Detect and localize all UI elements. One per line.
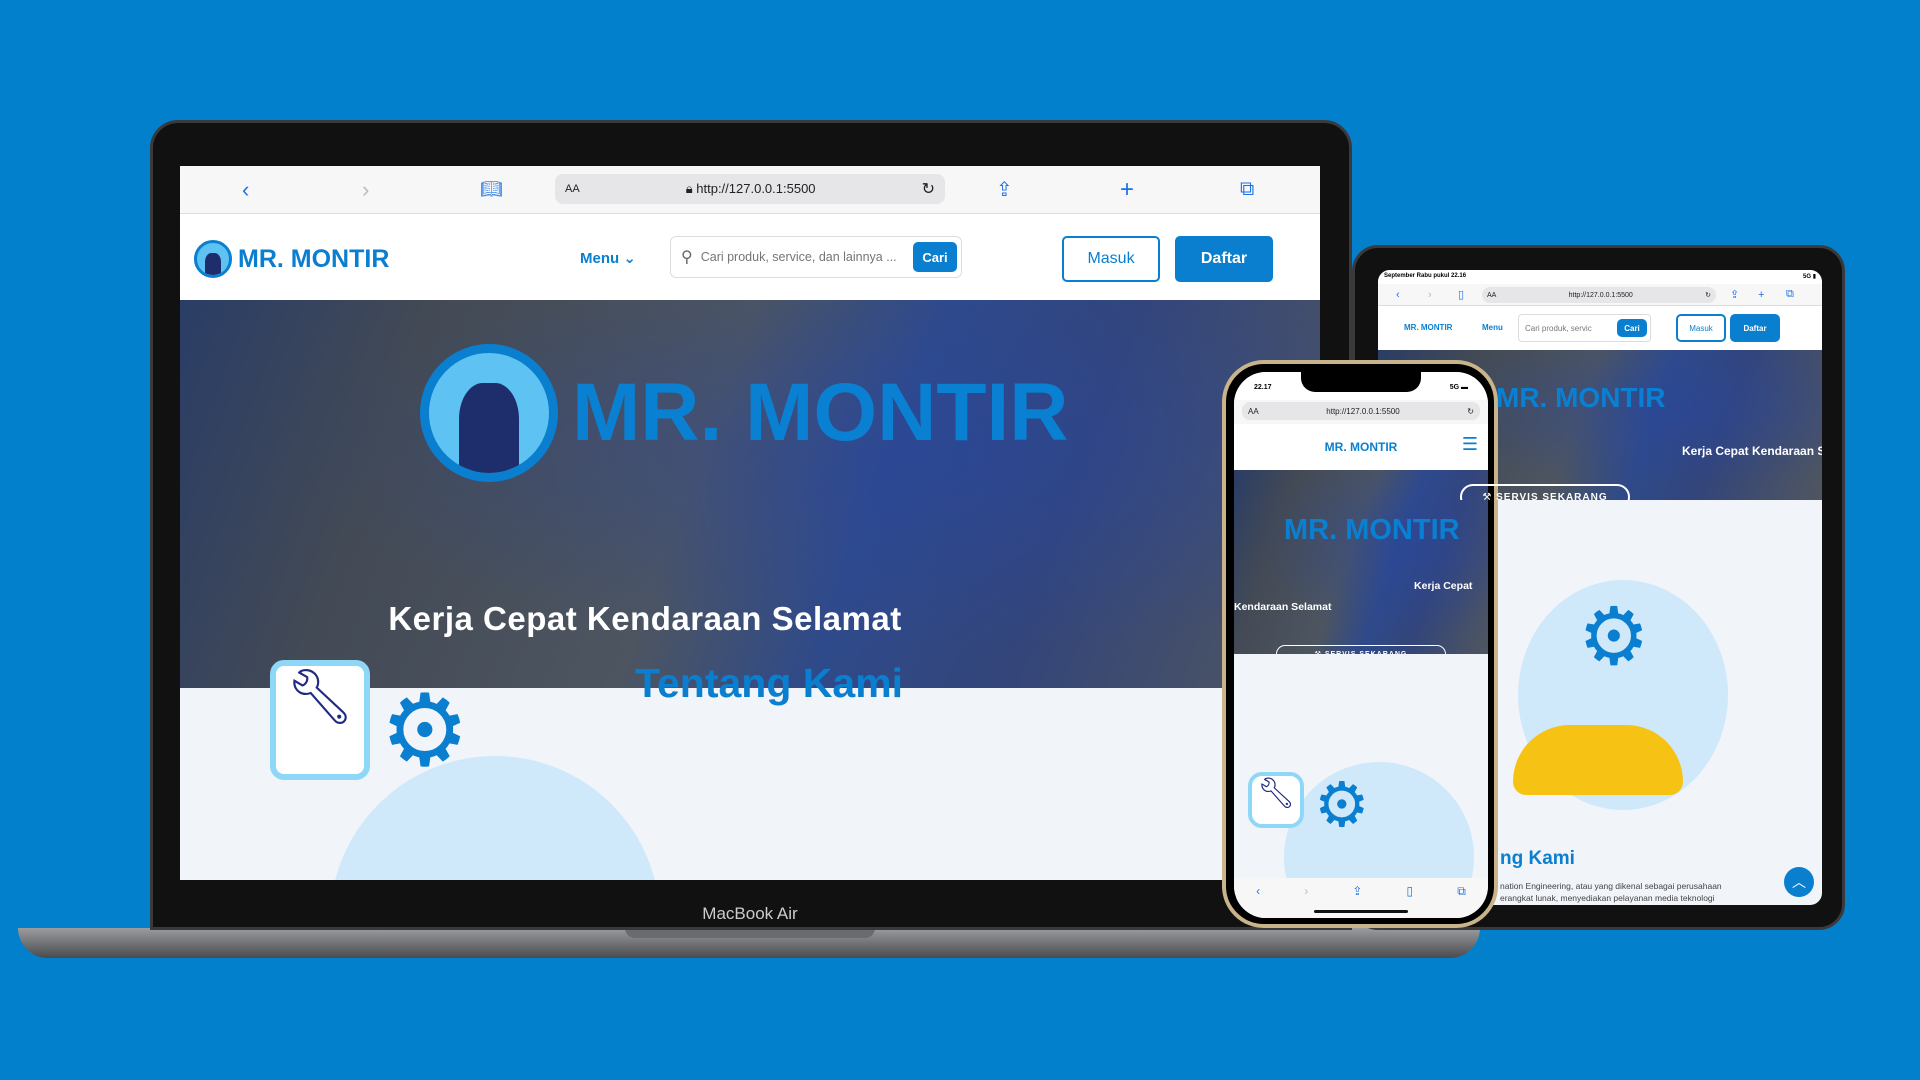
forward-icon[interactable]: › (1304, 884, 1308, 918)
hero-title: MR. MONTIR (572, 367, 1069, 458)
tablet-status-bar: September Rabu pukul 22.16 5G ▮ (1378, 270, 1822, 284)
laptop-screen: ‹ › 📖︎ AA 🔒︎ http://127.0.0.1:5500 ↻ ⇪ +… (180, 166, 1320, 880)
reload-icon[interactable]: ↻ (922, 179, 935, 199)
hero-section: MR. MONTIR Kerja Cepat Kendaraan Selamat… (1234, 470, 1488, 654)
brand-name: MR. MONTIR (1404, 323, 1453, 332)
bookmarks-icon[interactable]: ▯ (1458, 288, 1464, 301)
about-text: nation Engineering, atau yang dikenal se… (1500, 880, 1800, 904)
about-text-line: nation Engineering, atau yang dikenal se… (1500, 881, 1722, 891)
bookmarks-icon[interactable]: 📖︎ (480, 179, 503, 200)
lock-icon: 🔒︎ (685, 181, 693, 196)
url-text: http://127.0.0.1:5500 (696, 181, 816, 196)
home-indicator (1314, 910, 1408, 913)
login-button[interactable]: Masuk (1062, 236, 1160, 282)
new-tab-icon[interactable]: + (1758, 289, 1764, 301)
status-signal: 5G (1803, 274, 1812, 280)
hero-title: MR. MONTIR (1284, 514, 1460, 546)
search-button[interactable]: Cari (913, 242, 957, 272)
search-input[interactable] (700, 250, 905, 264)
url-text: http://127.0.0.1:5500 (1568, 291, 1633, 299)
hero-tagline: Kerja Cepat Kendaraan Selamat (388, 600, 902, 637)
gear-icon: ⚙ (1314, 771, 1370, 840)
laptop-label: MacBook Air (702, 904, 798, 923)
reload-icon[interactable]: ↻ (1467, 407, 1474, 416)
gear-icon: ⚙ (380, 675, 470, 787)
chevron-down-icon: ⌄ (623, 250, 636, 267)
mechanic-logo-icon (420, 344, 558, 482)
scroll-top-button[interactable]: ︿ (1784, 867, 1814, 897)
site-navbar: MR. MONTIR Menu ⌄ ⚲ Cari Masuk Daftar (180, 214, 1320, 300)
share-icon[interactable]: ⇪ (996, 177, 1013, 202)
hero-logo: MR. MONTIR (420, 344, 1320, 482)
phone-notch (1301, 372, 1421, 392)
brand-name: MR. MONTIR (238, 244, 390, 273)
address-bar[interactable]: AA http://127.0.0.1:5500 ↻ (1482, 287, 1716, 303)
tabs-icon[interactable]: ⧉ (1786, 288, 1794, 301)
tools-card-icon: 🔧︎ (1248, 772, 1304, 828)
mechanic-logo-icon (194, 240, 232, 278)
text-size-button[interactable]: AA (1487, 292, 1496, 299)
browser-toolbar: ‹ › 📖︎ AA 🔒︎ http://127.0.0.1:5500 ↻ ⇪ +… (180, 166, 1320, 214)
about-title: ng Kami (1500, 848, 1575, 869)
gear-icon: ⚙ (1578, 592, 1650, 681)
hero-tagline: Kerja Cepat Kendaraan Selamat (1234, 580, 1473, 613)
forward-icon[interactable]: › (1428, 289, 1432, 301)
tools-card-icon: 🔧︎ (270, 660, 370, 780)
brand-logo[interactable]: MR. MONTIR (194, 240, 389, 278)
status-signal: 5G (1449, 384, 1460, 391)
site-navbar: MR. MONTIR Menu Cari produk, servic Cari… (1378, 306, 1822, 350)
back-icon[interactable]: ‹ (1396, 289, 1400, 301)
search-icon: ⚲ (681, 249, 693, 266)
register-button[interactable]: Daftar (1730, 314, 1780, 342)
forward-icon[interactable]: › (362, 177, 369, 203)
status-time: September Rabu pukul 22.16 (1384, 273, 1467, 279)
menu-dropdown[interactable]: Menu (1482, 323, 1503, 332)
register-button[interactable]: Daftar (1175, 236, 1273, 282)
cta-label: SERVIS SEKARANG (1496, 491, 1608, 501)
login-button[interactable]: Masuk (1676, 314, 1726, 342)
about-text-line: erangkat lunak, menyediakan pelayanan me… (1500, 893, 1715, 903)
address-bar[interactable]: AA 🔒︎ http://127.0.0.1:5500 ↻ (555, 174, 945, 204)
brand-name: MR. MONTIR (1324, 440, 1398, 454)
service-now-button[interactable]: ⚒ SERVIS SEKARANG (1276, 645, 1446, 654)
browser-toolbar: ‹ › ▯ AA http://127.0.0.1:5500 ↻ ⇪ + ⧉ (1378, 284, 1822, 306)
about-title: Tentang Kami (635, 660, 904, 706)
car-icon (1513, 725, 1683, 795)
tabs-icon[interactable]: ⧉ (1457, 884, 1466, 918)
search-input[interactable]: Cari produk, servic (1525, 324, 1592, 333)
search-button[interactable]: Cari (1617, 319, 1647, 337)
url-text: http://127.0.0.1:5500 (1326, 406, 1400, 416)
service-now-button[interactable]: ⚒ SERVIS SEKARANG (1460, 484, 1630, 500)
search-box: ⚲ Cari (670, 236, 962, 278)
hero-title: MR. MONTIR (1496, 382, 1666, 413)
text-size-button[interactable]: AA (565, 183, 580, 195)
hero-section: MR. MONTIR Kerja Cepat Kendaraan Selamat… (180, 300, 1320, 688)
menu-dropdown[interactable]: Menu ⌄ (580, 249, 636, 267)
chevron-up-icon: ︿ (1792, 874, 1806, 890)
cta-label: SERVIS SEKARANG (1324, 650, 1408, 655)
tabs-icon[interactable]: ⧉ (1240, 178, 1254, 201)
hamburger-menu-icon[interactable]: ☰ (1462, 434, 1478, 455)
bookmarks-icon[interactable]: ▯ (1407, 884, 1414, 918)
new-tab-icon[interactable]: + (1120, 176, 1134, 204)
share-icon[interactable]: ⇪ (1730, 288, 1739, 301)
hero-tagline: Kerja Cepat Kendaraan Selamat (1681, 444, 1822, 458)
search-box[interactable]: Cari produk, servic Cari (1518, 314, 1651, 342)
menu-label: Menu (580, 250, 620, 267)
reload-icon[interactable]: ↻ (1705, 291, 1711, 299)
back-icon[interactable]: ‹ (1256, 884, 1260, 918)
back-icon[interactable]: ‹ (242, 177, 249, 203)
